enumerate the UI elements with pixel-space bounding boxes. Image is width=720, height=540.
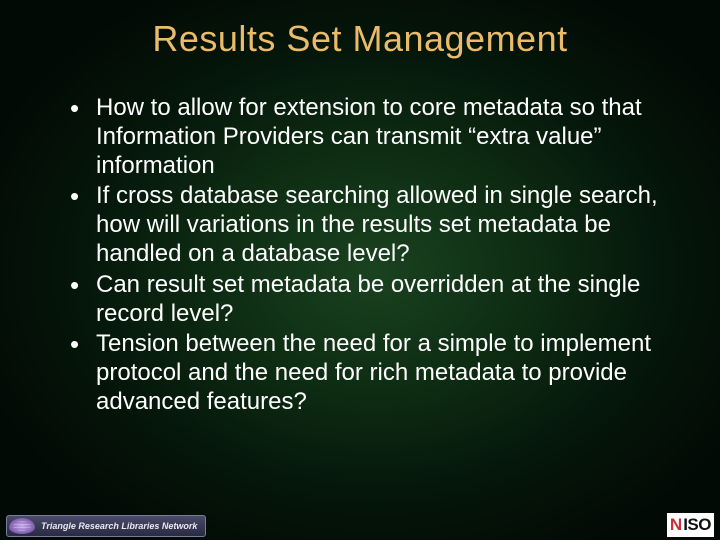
bullet-item: How to allow for extension to core metad…: [68, 94, 680, 180]
bullet-item: Tension between the need for a simple to…: [68, 330, 680, 416]
trln-label: Triangle Research Libraries Network: [41, 521, 197, 531]
slide-title: Results Set Management: [40, 18, 680, 60]
trln-badge: Triangle Research Libraries Network: [6, 515, 206, 537]
slide-body: How to allow for extension to core metad…: [40, 94, 680, 417]
slide-footer: Triangle Research Libraries Network NISO: [0, 510, 720, 540]
slide: Results Set Management How to allow for …: [0, 0, 720, 540]
bullet-item: If cross database searching allowed in s…: [68, 182, 680, 268]
niso-iso-letters: ISO: [683, 515, 711, 535]
niso-badge: NISO: [667, 513, 714, 537]
bullet-list: How to allow for extension to core metad…: [68, 94, 680, 417]
niso-n-letter: N: [670, 515, 682, 535]
bullet-item: Can result set metadata be overridden at…: [68, 271, 680, 329]
trln-logo-icon: [9, 518, 35, 534]
